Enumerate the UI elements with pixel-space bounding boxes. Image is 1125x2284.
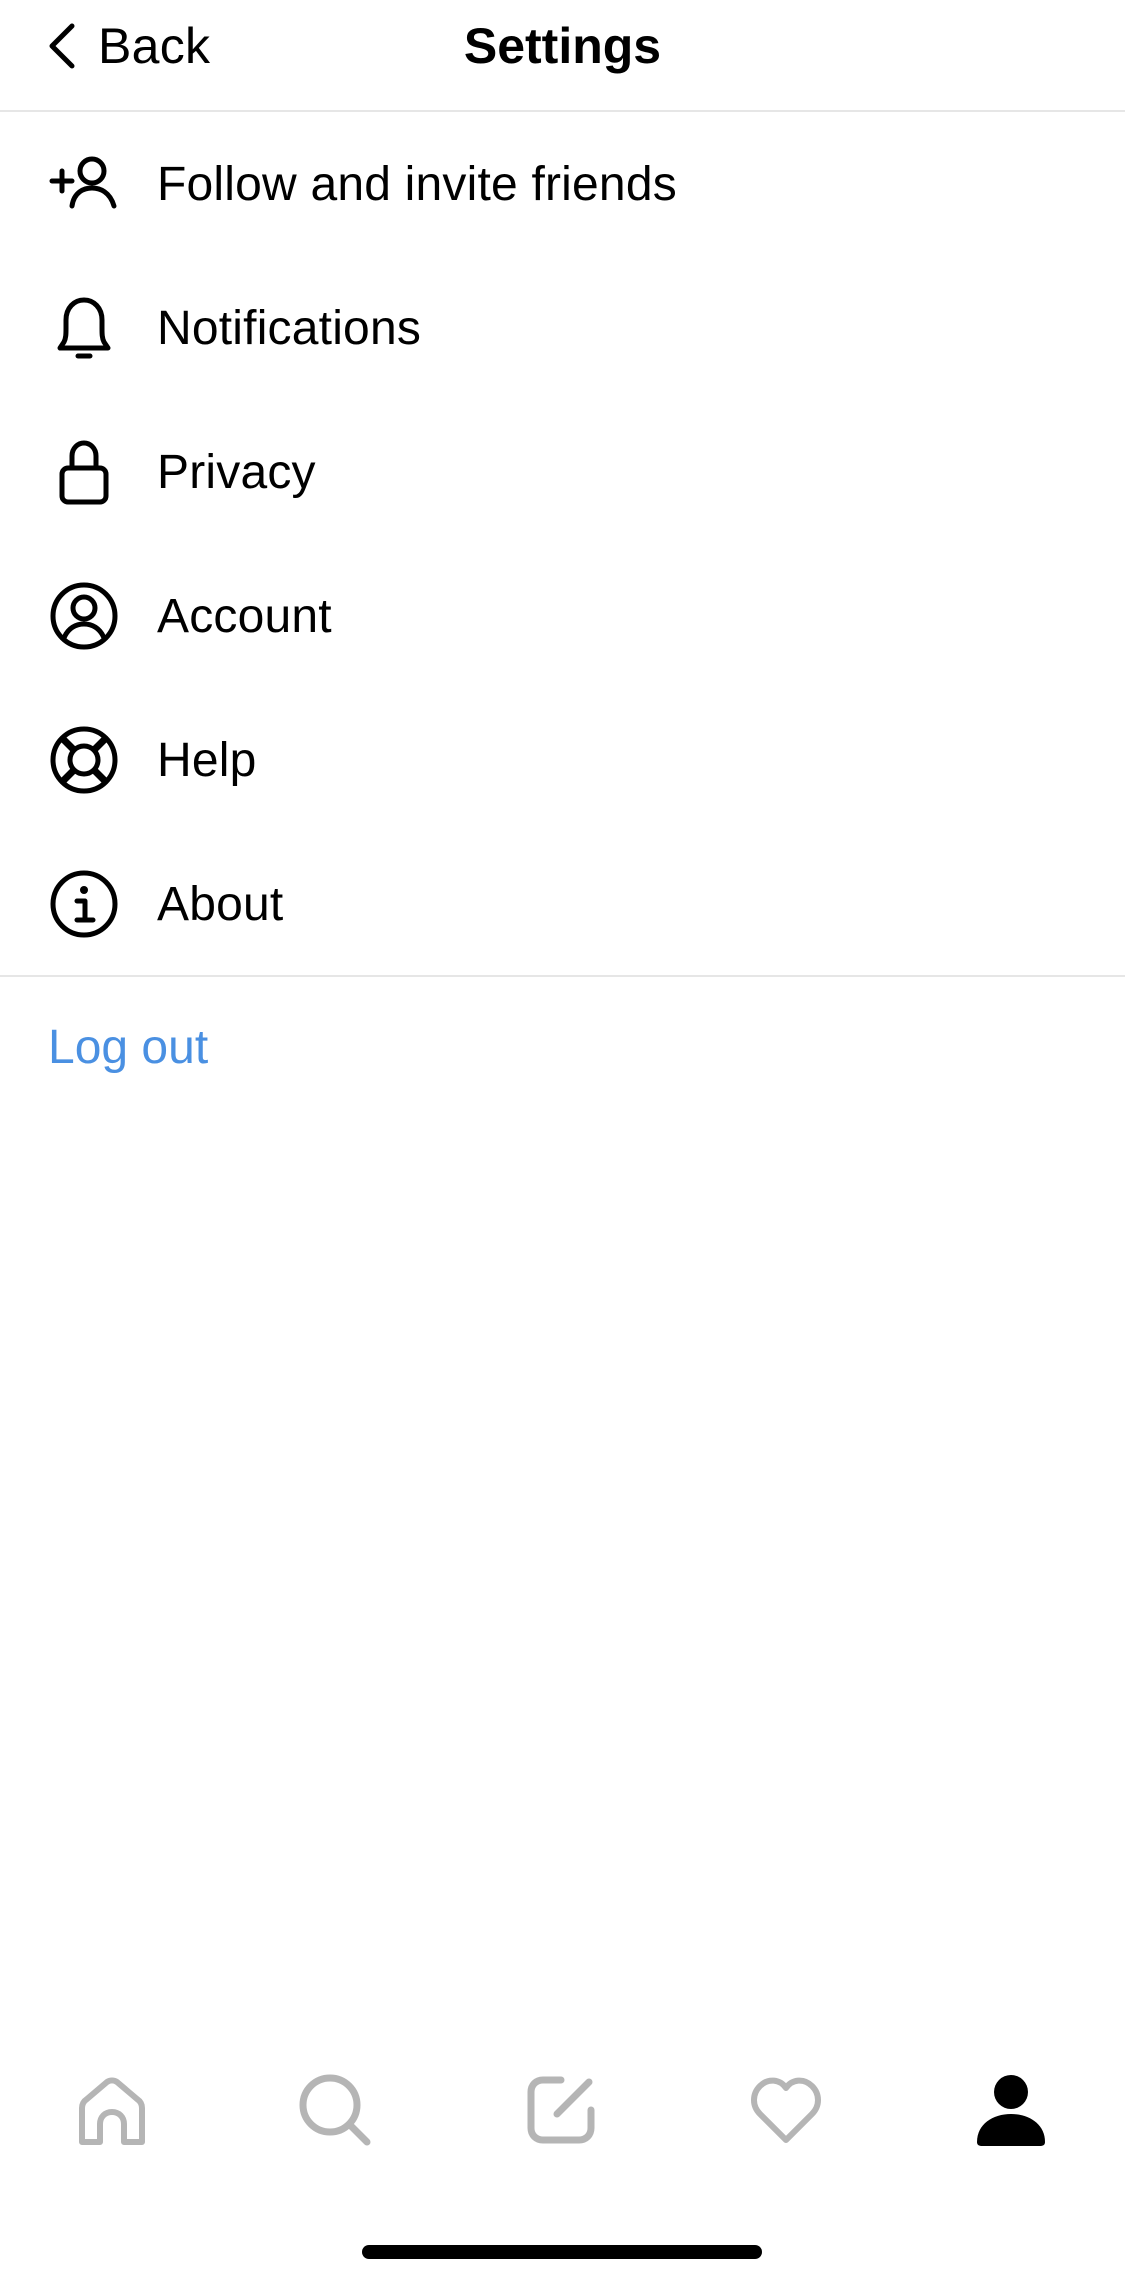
menu-item-label: About — [157, 877, 284, 931]
home-indicator — [362, 2245, 762, 2259]
tab-activity[interactable] — [736, 2060, 836, 2160]
menu-item-help[interactable]: Help — [0, 688, 1125, 832]
menu-item-follow-invite[interactable]: Follow and invite friends — [0, 112, 1125, 256]
tab-profile[interactable] — [961, 2060, 1061, 2160]
tab-home[interactable] — [62, 2060, 162, 2160]
top-bar: Back Settings — [0, 0, 1125, 112]
menu-item-label: Follow and invite friends — [157, 157, 677, 211]
heart-icon — [751, 2077, 821, 2143]
bell-icon — [48, 292, 120, 364]
menu-item-about[interactable]: About — [0, 832, 1125, 976]
menu-item-label: Privacy — [157, 445, 316, 499]
person-icon — [977, 2075, 1045, 2146]
bottom-tab-bar — [0, 2060, 1125, 2160]
menu-item-label: Notifications — [157, 301, 422, 355]
home-icon — [79, 2077, 145, 2145]
compose-icon — [527, 2076, 595, 2144]
section-divider — [0, 975, 1125, 977]
lock-icon — [48, 436, 120, 508]
info-icon — [48, 868, 120, 940]
menu-item-label: Account — [157, 589, 332, 643]
lifebuoy-icon — [48, 724, 120, 796]
menu-item-privacy[interactable]: Privacy — [0, 400, 1125, 544]
search-icon — [299, 2074, 371, 2146]
settings-menu: Follow and invite friends Notifications … — [0, 112, 1125, 976]
menu-item-account[interactable]: Account — [0, 544, 1125, 688]
menu-item-notifications[interactable]: Notifications — [0, 256, 1125, 400]
logout-button[interactable]: Log out — [48, 1020, 208, 1075]
account-circle-icon — [48, 580, 120, 652]
page-title: Settings — [463, 18, 662, 74]
tab-compose[interactable] — [511, 2060, 611, 2160]
add-person-icon — [48, 148, 120, 220]
tab-search[interactable] — [285, 2060, 385, 2160]
menu-item-label: Help — [157, 733, 257, 787]
